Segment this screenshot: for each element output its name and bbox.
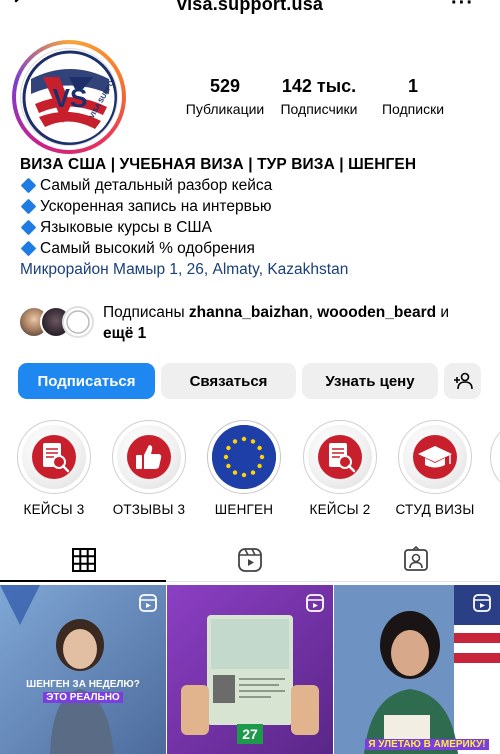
stat-followers-value: 142 тыс.	[281, 76, 357, 96]
bio-location-link[interactable]: Микрорайон Мамыр 1, 26, Almaty, Kazakhst…	[20, 259, 490, 280]
follower-link[interactable]: woooden_beard	[317, 304, 436, 321]
bio-line: Самый высокий % одобрения	[20, 238, 490, 259]
contact-button[interactable]: Связаться	[161, 363, 296, 399]
bio-title: ВИЗА США | УЧЕБНАЯ ВИЗА | ТУР ВИЗА | ШЕН…	[20, 156, 417, 173]
profile-username: visa.support.usa	[176, 0, 324, 14]
highlight-label: ШЕНГЕН	[214, 502, 274, 517]
bio-line: Ускоренная запись на интервью	[20, 196, 490, 217]
profile-avatar[interactable]: VS VISA SUPPORT	[12, 40, 126, 154]
grid-icon[interactable]	[70, 546, 98, 574]
graduation-cap-icon	[413, 435, 457, 479]
post-caption: 27	[242, 726, 258, 742]
bio-line: Самый детальный разбор кейса	[20, 175, 490, 196]
svg-text:VS: VS	[53, 83, 88, 113]
stat-followers-label: Подписчики	[280, 101, 358, 117]
follow-button[interactable]: Подписаться	[18, 363, 155, 399]
post-thumbnail[interactable]: Я УЛЕТАЮ В АМЕРИКУ!	[334, 585, 500, 754]
highlight-label: КЕЙСЫ 3	[23, 502, 85, 517]
post-grid: ШЕНГЕН ЗА НЕДЕЛЮ? ЭТО РЕАЛЬНО 27 Я УЛЕТА…	[0, 585, 500, 754]
stat-posts-label: Публикации	[185, 101, 265, 117]
post-thumbnail[interactable]: 27	[167, 585, 333, 754]
stat-following-label: Подписки	[381, 101, 445, 117]
case-document-icon	[318, 435, 362, 479]
profile-bio: ВИЗА США | УЧЕБНАЯ ВИЗА | ТУР ВИЗА | ШЕН…	[20, 154, 490, 280]
highlight-reviews-3[interactable]: ОТЗЫВЫ 3	[109, 420, 189, 517]
stat-following-value: 1	[407, 76, 418, 96]
stat-followers[interactable]: 142 тыс. Подписчики	[272, 76, 366, 117]
blue-diamond-icon	[20, 219, 37, 236]
stat-following[interactable]: 1 Подписки	[368, 76, 458, 117]
tagged-icon[interactable]	[402, 546, 430, 574]
followed-by[interactable]: Подписаны zhanna_baizhan, woooden_beard …	[18, 300, 488, 348]
highlight-label: КЕЙСЫ 2	[309, 502, 371, 517]
blue-diamond-icon	[20, 198, 37, 215]
highlight-cases-3[interactable]: КЕЙСЫ 3	[14, 420, 94, 517]
post-thumbnail[interactable]: ШЕНГЕН ЗА НЕДЕЛЮ? ЭТО РЕАЛЬНО	[0, 585, 166, 754]
more-dots-icon[interactable]: ···	[451, 0, 474, 15]
highlight-schengen[interactable]: ШЕНГЕН	[204, 420, 284, 517]
blue-diamond-icon	[20, 177, 37, 194]
stat-posts[interactable]: 529 Публикации	[180, 76, 270, 117]
post-caption: Я УЛЕТАЮ В АМЕРИКУ!	[352, 738, 500, 751]
highlight-partial[interactable]	[490, 420, 500, 494]
highlight-label: СТУД ВИЗЫ	[395, 502, 475, 517]
active-tab-indicator	[0, 580, 166, 582]
add-person-button[interactable]	[444, 363, 481, 399]
post-caption: ШЕНГЕН ЗА НЕДЕЛЮ? ЭТО РЕАЛЬНО	[26, 679, 140, 703]
highlight-student-visas[interactable]: СТУД ВИЗЫ	[395, 420, 475, 517]
thumbs-up-icon	[127, 435, 171, 479]
follower-link[interactable]: zhanna_baizhan	[189, 304, 309, 321]
visa-support-logo: VS VISA SUPPORT	[20, 48, 118, 146]
eu-flag-icon	[212, 425, 276, 489]
stat-posts-value: 529	[209, 76, 241, 96]
reels-icon[interactable]	[236, 546, 264, 574]
bio-line: Языковые курсы в США	[20, 217, 490, 238]
mutual-avatars	[18, 306, 98, 340]
reel-badge-icon	[139, 594, 157, 612]
reel-badge-icon	[473, 594, 491, 612]
highlight-cases-2[interactable]: КЕЙСЫ 2	[300, 420, 380, 517]
case-document-icon	[32, 435, 76, 479]
reel-badge-icon	[306, 594, 324, 612]
price-button[interactable]: Узнать цену	[302, 363, 438, 399]
add-person-icon	[453, 372, 473, 390]
blue-diamond-icon	[20, 240, 37, 257]
profile-tabs	[0, 540, 500, 582]
followed-by-text: Подписаны zhanna_baizhan, woooden_beard …	[103, 304, 450, 342]
more-followers-link[interactable]: ещё 1	[103, 325, 146, 342]
avatar	[62, 306, 94, 338]
top-bar: visa.support.usa ···	[0, 0, 500, 20]
highlight-label: ОТЗЫВЫ 3	[112, 502, 186, 517]
